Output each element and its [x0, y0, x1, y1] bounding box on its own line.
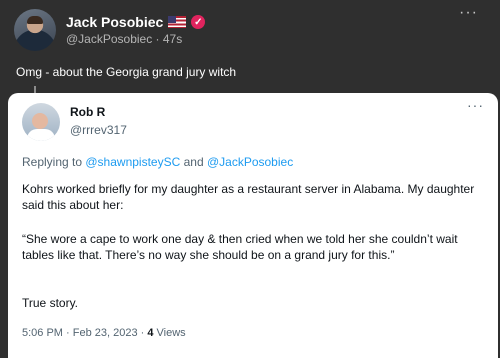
mention-shawnpisteysc[interactable]: @shawnpisteySC [85, 155, 180, 169]
quote-author-name[interactable]: Rob R [70, 105, 105, 119]
quote-timestamp[interactable]: 5:06 PM · Feb 23, 2023 · [22, 327, 147, 339]
outer-author: Jack Posobiec ✓ [66, 14, 206, 30]
outer-avatar[interactable] [14, 9, 56, 51]
quote-paragraph-1: Kohrs worked briefly for my daughter as … [22, 182, 475, 212]
replying-prefix: Replying to [22, 155, 86, 169]
quote-paragraph-3: True story. [22, 296, 79, 310]
outer-handle-time[interactable]: @JackPosobiec · 47s [66, 32, 182, 46]
replying-to: Replying to @shawnpisteySC and @JackPoso… [22, 155, 293, 169]
us-flag-icon [168, 16, 187, 28]
verified-badge-icon: ✓ [191, 15, 206, 29]
views-label: Views [153, 327, 186, 339]
quote-paragraph-2: “She wore a cape to work one day & then … [22, 232, 458, 262]
quote-author-handle[interactable]: @rrrev317 [70, 123, 127, 137]
outer-more-icon[interactable]: ··· [459, 4, 478, 22]
quoted-tweet-card[interactable]: Rob R @rrrev317 ··· Replying to @shawnpi… [8, 93, 498, 358]
outer-post-text: Omg - about the Georgia grand jury witch [16, 65, 237, 79]
replying-and: and [180, 155, 207, 169]
quote-meta: 5:06 PM · Feb 23, 2023 · 4 Views [22, 327, 186, 339]
quote-avatar[interactable] [22, 103, 60, 141]
outer-author-name[interactable]: Jack Posobiec [66, 14, 163, 30]
mention-jackposobiec[interactable]: @JackPosobiec [207, 155, 293, 169]
quote-more-icon[interactable]: ··· [467, 97, 484, 113]
